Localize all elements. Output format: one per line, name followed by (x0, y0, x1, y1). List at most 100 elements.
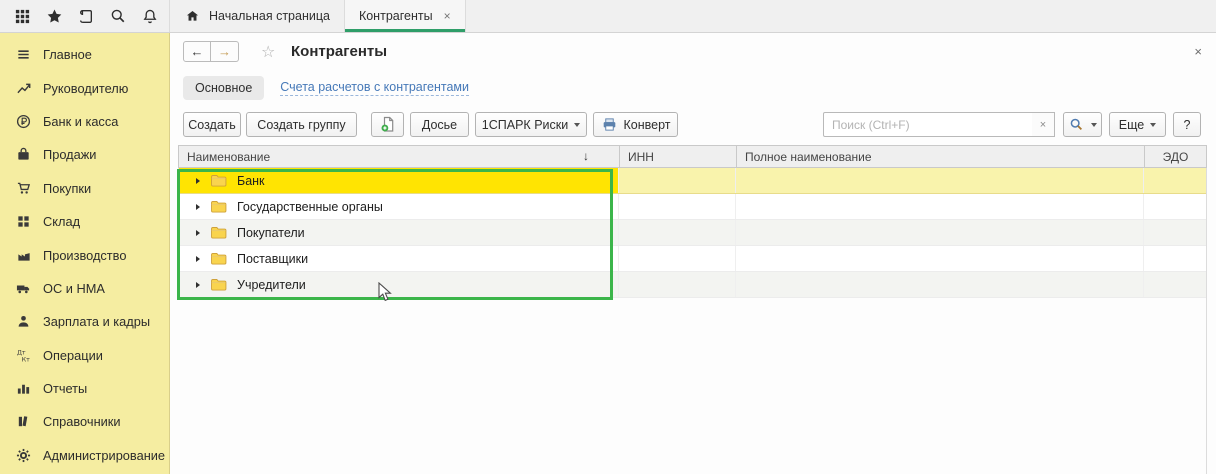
books-icon (15, 414, 32, 430)
table-header: Наименование ↓ ИНН Полное наименование Э… (178, 145, 1207, 168)
ruble-icon (15, 113, 32, 129)
help-button[interactable]: ? (1173, 112, 1201, 137)
column-header-inn[interactable]: ИНН (620, 146, 737, 167)
full-name-cell (736, 194, 1144, 219)
boxes-icon (15, 214, 32, 230)
edo-cell (1144, 168, 1206, 193)
favorites-star-icon[interactable] (39, 2, 69, 30)
more-button[interactable]: Еще (1109, 112, 1166, 137)
dossier-button[interactable]: Досье (410, 112, 469, 137)
table-row[interactable]: Учредители (179, 272, 1206, 298)
menu-icon (15, 47, 32, 63)
sidebar-item-5[interactable]: Склад (0, 205, 169, 238)
sidebar-item-label: Руководителю (43, 80, 129, 96)
sidebar-item-label: Администрирование (43, 447, 166, 463)
sidebar-item-label: Склад (43, 214, 81, 230)
sidebar-item-0[interactable]: Главное (0, 38, 169, 71)
sidebar-item-8[interactable]: Зарплата и кадры (0, 305, 169, 338)
inn-cell (619, 220, 736, 245)
tab-kontragenty[interactable]: Контрагенты × (344, 0, 466, 32)
view-switcher: Основное Счета расчетов с контрагентами (183, 75, 470, 101)
edo-cell (1144, 220, 1206, 245)
expand-arrow-icon[interactable] (196, 281, 200, 288)
column-header-name[interactable]: Наименование ↓ (179, 146, 620, 167)
sidebar-item-12[interactable]: Администрирование (0, 439, 169, 472)
search-input[interactable] (823, 112, 1033, 137)
group-name-label: Государственные органы (237, 199, 383, 214)
tab-home[interactable]: Начальная страница (170, 0, 345, 32)
factory-icon (15, 247, 32, 263)
inn-cell (619, 168, 736, 193)
table-row[interactable]: Банк (179, 168, 1206, 194)
search-icon (1068, 117, 1085, 133)
sidebar-item-label: Отчеты (43, 381, 88, 397)
spark-risks-label: 1СПАРК Риски (481, 117, 569, 132)
truck-icon (15, 280, 32, 296)
spark-risks-button[interactable]: 1СПАРК Риски (475, 112, 587, 137)
column-header-fullname-label: Полное наименование (745, 149, 872, 164)
expand-arrow-icon[interactable] (196, 203, 200, 210)
table-row[interactable]: Покупатели (179, 220, 1206, 246)
expand-arrow-icon[interactable] (196, 229, 200, 236)
sidebar-item-label: ОС и НМА (43, 280, 105, 296)
copy-button[interactable] (371, 112, 404, 137)
folder-icon (210, 278, 227, 291)
column-header-fullname[interactable]: Полное наименование (737, 146, 1145, 167)
tab-home-label: Начальная страница (209, 9, 330, 23)
table-row[interactable]: Государственные органы (179, 194, 1206, 220)
sidebar-item-6[interactable]: Производство (0, 238, 169, 271)
expand-arrow-icon[interactable] (196, 255, 200, 262)
sidebar-item-11[interactable]: Справочники (0, 405, 169, 438)
sidebar-item-label: Продажи (43, 147, 97, 163)
global-icons (0, 0, 169, 32)
trend-icon (15, 80, 32, 96)
expand-arrow-icon[interactable] (196, 177, 200, 184)
sidebar-item-label: Зарплата и кадры (43, 314, 151, 330)
table-row[interactable]: Поставщики (179, 246, 1206, 272)
copy-icon (379, 116, 396, 133)
search-button[interactable] (1063, 112, 1102, 137)
sidebar-item-3[interactable]: Продажи (0, 138, 169, 171)
table-body: Банк Государственные органы Покупатели Пост… (178, 168, 1207, 298)
favorite-star-icon[interactable]: ☆ (261, 42, 275, 62)
view-tab-osnovnoe[interactable]: Основное (183, 76, 265, 100)
column-header-name-label: Наименование (187, 149, 271, 164)
clear-search-button[interactable]: × (1032, 112, 1055, 137)
sidebar-item-9[interactable]: Дт Кт Операции (0, 339, 169, 372)
sort-descending-icon: ↓ (583, 149, 589, 163)
create-button[interactable]: Создать (183, 112, 241, 137)
tab-kontragenty-label: Контрагенты (358, 9, 433, 23)
bag-icon (15, 147, 32, 163)
column-header-inn-label: ИНН (628, 149, 654, 164)
sidebar-item-label: Главное (43, 47, 92, 63)
sidebar-item-2[interactable]: Банк и касса (0, 105, 169, 138)
dtkt-icon: Дт Кт (15, 347, 32, 363)
sidebar-item-10[interactable]: Отчеты (0, 372, 169, 405)
top-toolbar: Начальная страница Контрагенты × (0, 0, 1216, 33)
apps-grid-icon[interactable] (7, 2, 37, 30)
sidebar-item-1[interactable]: Руководителю (0, 71, 169, 104)
main-panel: ← → ☆ Контрагенты × Основное Счета расче… (170, 33, 1216, 474)
tab-close-icon[interactable]: × (444, 9, 451, 23)
history-icon[interactable] (71, 2, 101, 30)
envelope-button[interactable]: Конверт (593, 112, 678, 137)
table-right-border (1206, 168, 1207, 474)
sidebar-item-7[interactable]: ОС и НМА (0, 272, 169, 305)
chevron-down-icon (574, 122, 581, 127)
counterparties-table: Наименование ↓ ИНН Полное наименование Э… (178, 145, 1207, 298)
back-button[interactable]: ← (183, 41, 211, 62)
printer-icon (601, 117, 618, 133)
edo-cell (1144, 246, 1206, 271)
create-group-button[interactable]: Создать группу (246, 112, 357, 137)
sidebar-item-label: Банк и касса (43, 113, 119, 129)
folder-icon (210, 226, 227, 239)
full-name-cell (736, 168, 1144, 193)
accounts-link[interactable]: Счета расчетов с контрагентами (280, 80, 470, 97)
notifications-bell-icon[interactable] (135, 2, 165, 30)
sidebar-item-4[interactable]: Покупки (0, 172, 169, 205)
sidebar-item-label: Покупки (43, 180, 92, 196)
forward-button[interactable]: → (211, 41, 239, 62)
search-icon[interactable] (103, 2, 133, 30)
close-form-button[interactable]: × (1194, 45, 1202, 58)
column-header-edo[interactable]: ЭДО (1145, 146, 1206, 167)
